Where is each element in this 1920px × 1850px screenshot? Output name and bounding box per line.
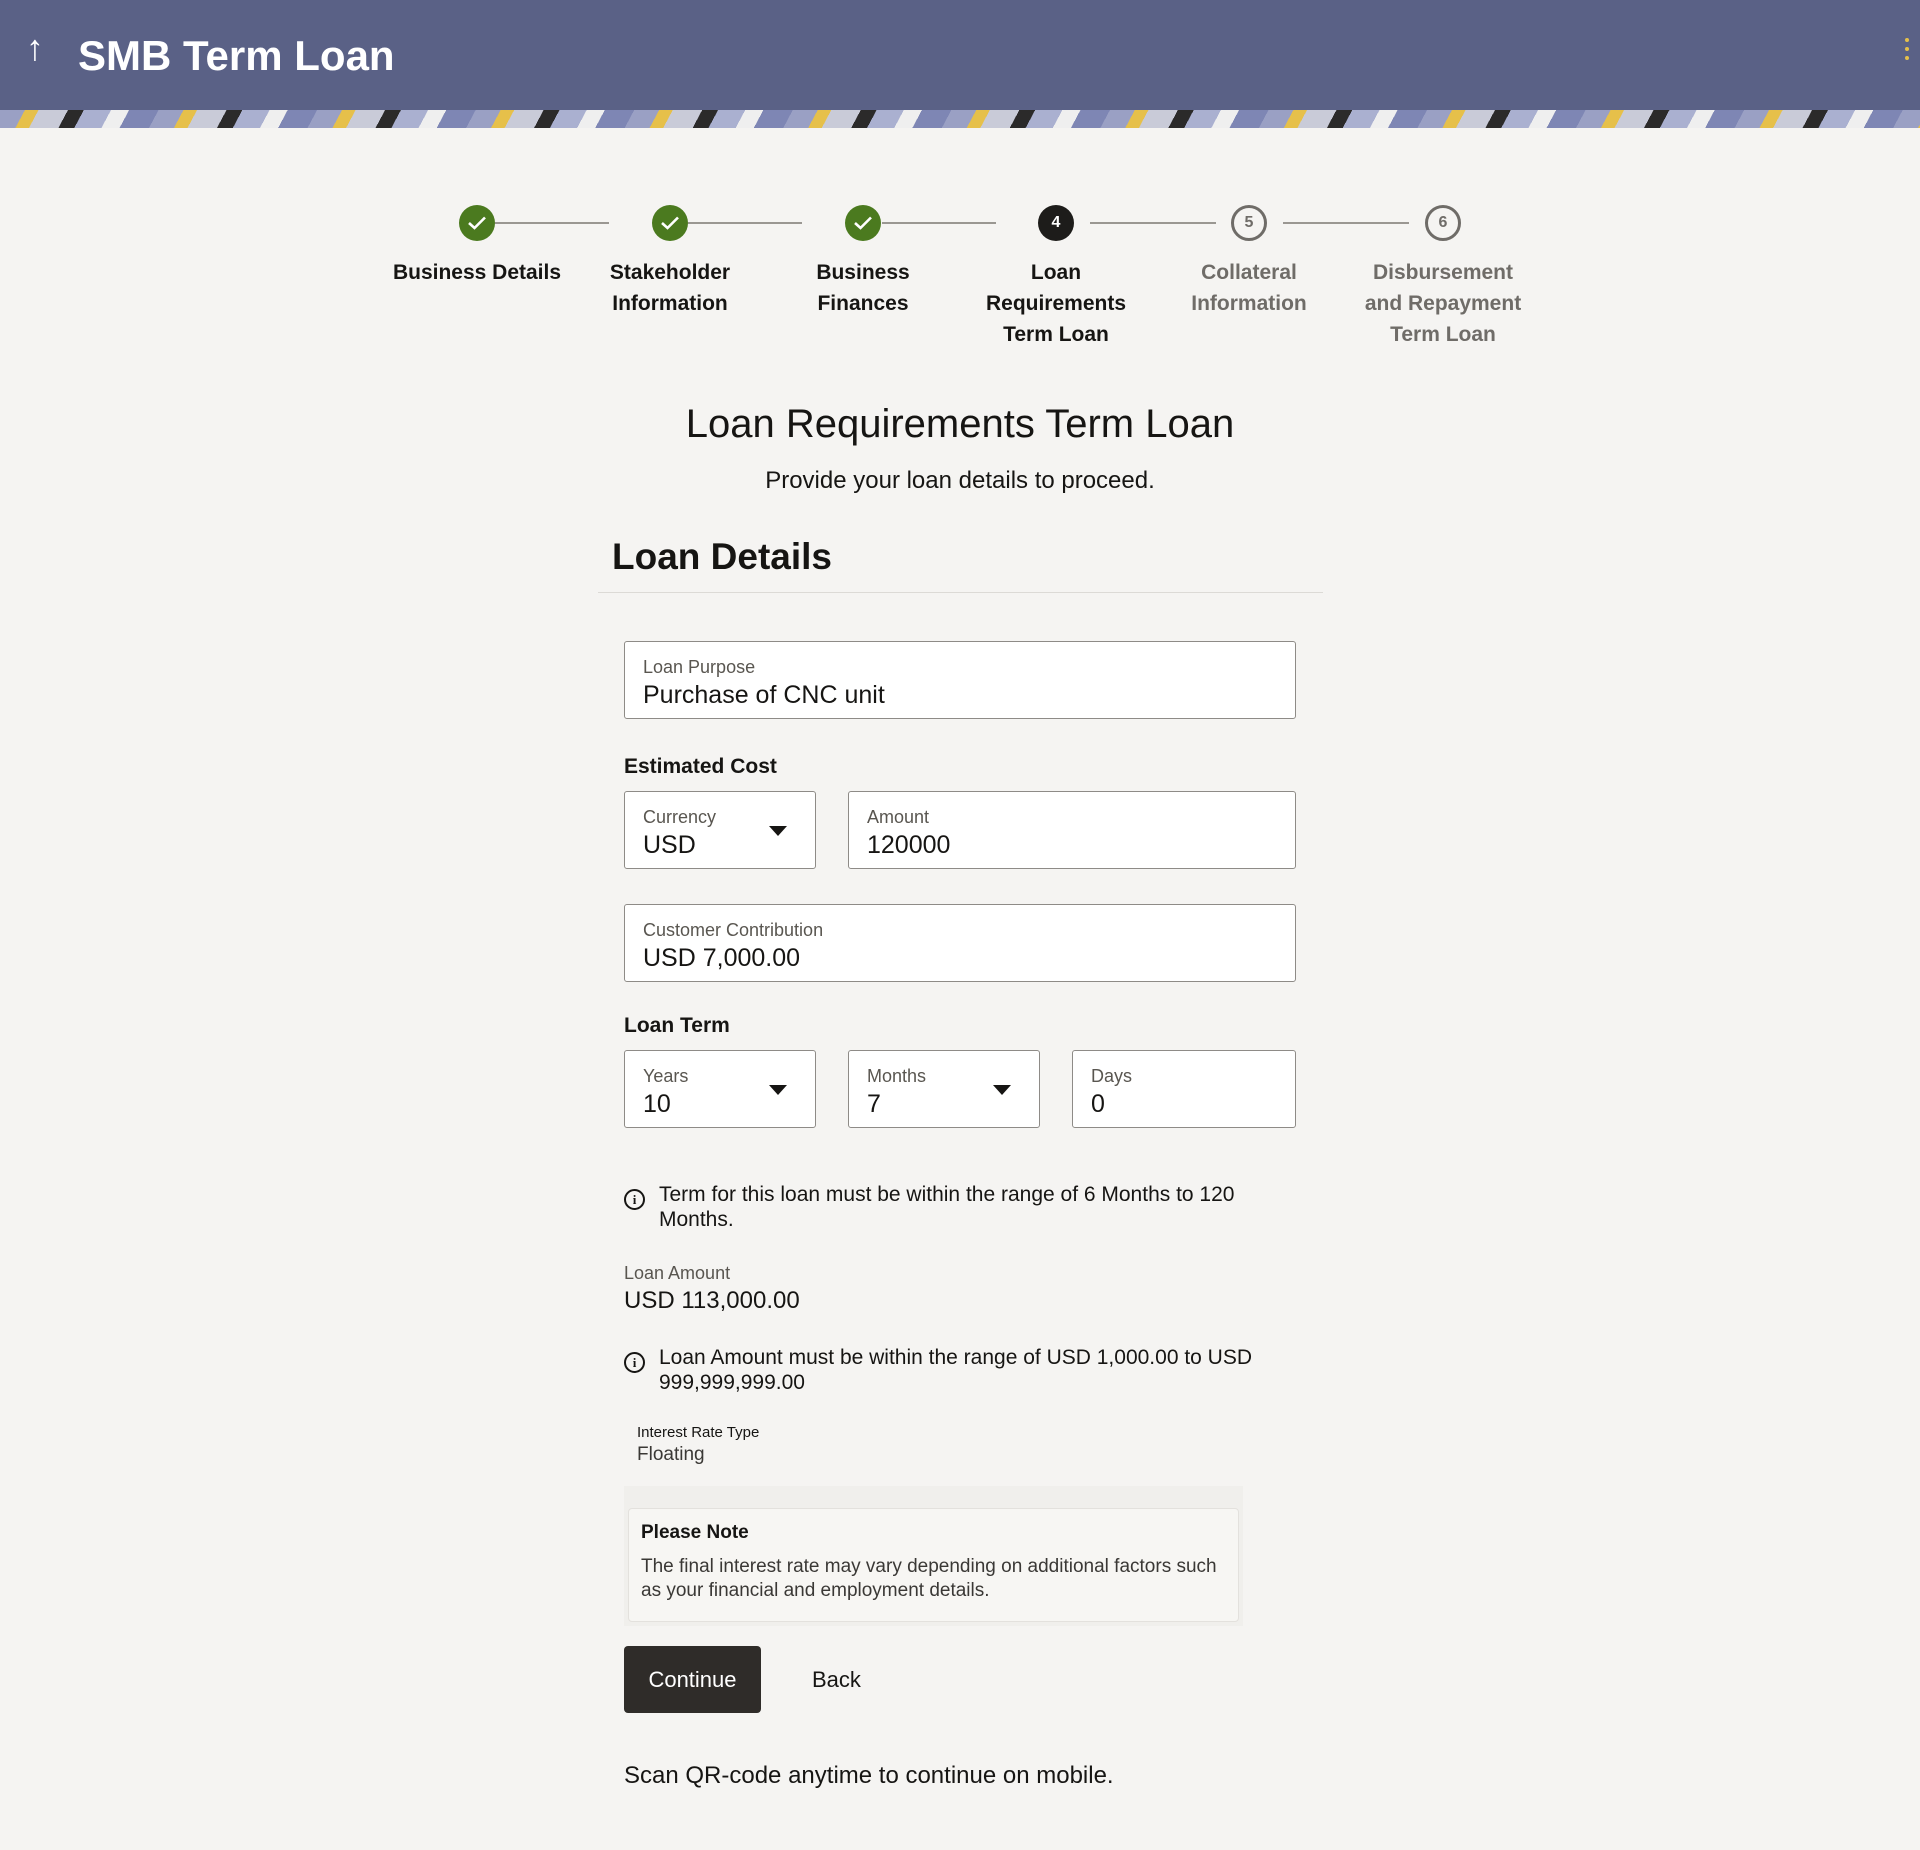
- field-label: Loan Purpose: [643, 657, 756, 677]
- estimated-cost-label: Estimated Cost: [624, 755, 777, 778]
- step-collateral-information: 5 Collateral Information: [1154, 205, 1344, 319]
- step-business-details[interactable]: Business Details: [382, 205, 572, 288]
- step-label: Business Details: [392, 261, 562, 284]
- field-label: Years: [643, 1066, 689, 1086]
- note-title: Please Note: [641, 1522, 749, 1543]
- step-business-finances[interactable]: Business Finances: [768, 205, 958, 319]
- step-label: Collateral Information: [1191, 261, 1307, 315]
- step-number: 6: [1425, 205, 1461, 241]
- interest-rate-type-value: Floating: [637, 1444, 705, 1465]
- please-note-box: Please Note The final interest rate may …: [628, 1508, 1239, 1622]
- step-loan-requirements[interactable]: 4 Loan Requirements Term Loan: [961, 205, 1151, 350]
- progress-stepper: Business Details Stakeholder Information…: [0, 205, 1920, 365]
- field-label: Customer Contribution: [643, 920, 824, 940]
- info-icon: i: [624, 1352, 645, 1373]
- section-title: Loan Details: [612, 536, 832, 577]
- info-text: Loan Amount must be within the range of …: [659, 1346, 1253, 1394]
- field-value: 120000: [867, 831, 951, 859]
- header-decorative-band: [0, 110, 1920, 128]
- field-value: Purchase of CNC unit: [643, 681, 885, 709]
- chevron-down-icon: [769, 1085, 787, 1095]
- step-disbursement-repayment: 6 Disbursement and Repayment Term Loan: [1348, 205, 1538, 350]
- back-button[interactable]: Back: [796, 1646, 877, 1713]
- continue-button[interactable]: Continue: [624, 1646, 761, 1713]
- field-label: Currency: [643, 807, 717, 827]
- step-label: Disbursement and Repayment Term Loan: [1364, 261, 1522, 346]
- app-header: ↑ SMB Term Loan: [0, 0, 1920, 110]
- loan-amount-label: Loan Amount: [624, 1263, 731, 1283]
- field-label: Days: [1091, 1066, 1133, 1086]
- check-icon: [652, 205, 688, 241]
- field-value: USD 7,000.00: [643, 944, 801, 972]
- amount-info-message: i Loan Amount must be within the range o…: [624, 1336, 1264, 1395]
- note-text: The final interest rate may vary dependi…: [641, 1556, 1217, 1601]
- field-value: 0: [1091, 1090, 1105, 1118]
- field-label: Months: [867, 1066, 927, 1086]
- years-select[interactable]: Years 10: [624, 1050, 816, 1128]
- customer-contribution-field[interactable]: Customer Contribution USD 7,000.00: [624, 904, 1296, 982]
- section-divider: [598, 592, 1323, 593]
- info-icon: i: [624, 1189, 645, 1210]
- qr-code-hint: Scan QR-code anytime to continue on mobi…: [624, 1762, 1114, 1789]
- term-info-message: i Term for this loan must be within the …: [624, 1173, 1264, 1232]
- check-icon: [459, 205, 495, 241]
- step-label: Stakeholder Information: [609, 261, 731, 315]
- currency-select[interactable]: Currency USD: [624, 791, 816, 869]
- kebab-menu-icon[interactable]: [1900, 38, 1914, 66]
- days-input[interactable]: Days 0: [1072, 1050, 1296, 1128]
- arrow-up-icon[interactable]: ↑: [18, 28, 52, 68]
- step-stakeholder-information[interactable]: Stakeholder Information: [575, 205, 765, 319]
- check-icon: [845, 205, 881, 241]
- chevron-down-icon: [993, 1085, 1011, 1095]
- note-container: Please Note The final interest rate may …: [624, 1486, 1243, 1626]
- amount-input[interactable]: Amount 120000: [848, 791, 1296, 869]
- page-title: Loan Requirements Term Loan: [685, 402, 1235, 446]
- loan-term-label: Loan Term: [624, 1014, 730, 1037]
- months-select[interactable]: Months 7: [848, 1050, 1040, 1128]
- info-text: Term for this loan must be within the ra…: [659, 1183, 1235, 1231]
- field-label: Amount: [867, 807, 930, 827]
- step-number: 4: [1038, 205, 1074, 241]
- app-title: SMB Term Loan: [78, 32, 395, 79]
- loan-amount-value: USD 113,000.00: [624, 1287, 800, 1314]
- chevron-down-icon: [769, 826, 787, 836]
- step-label: Business Finances: [816, 261, 910, 315]
- page-subtitle: Provide your loan details to proceed.: [765, 467, 1155, 494]
- step-number: 5: [1231, 205, 1267, 241]
- step-label: Loan Requirements Term Loan: [985, 261, 1127, 346]
- loan-purpose-field[interactable]: Loan Purpose Purchase of CNC unit: [624, 641, 1296, 719]
- interest-rate-type-label: Interest Rate Type: [637, 1424, 760, 1441]
